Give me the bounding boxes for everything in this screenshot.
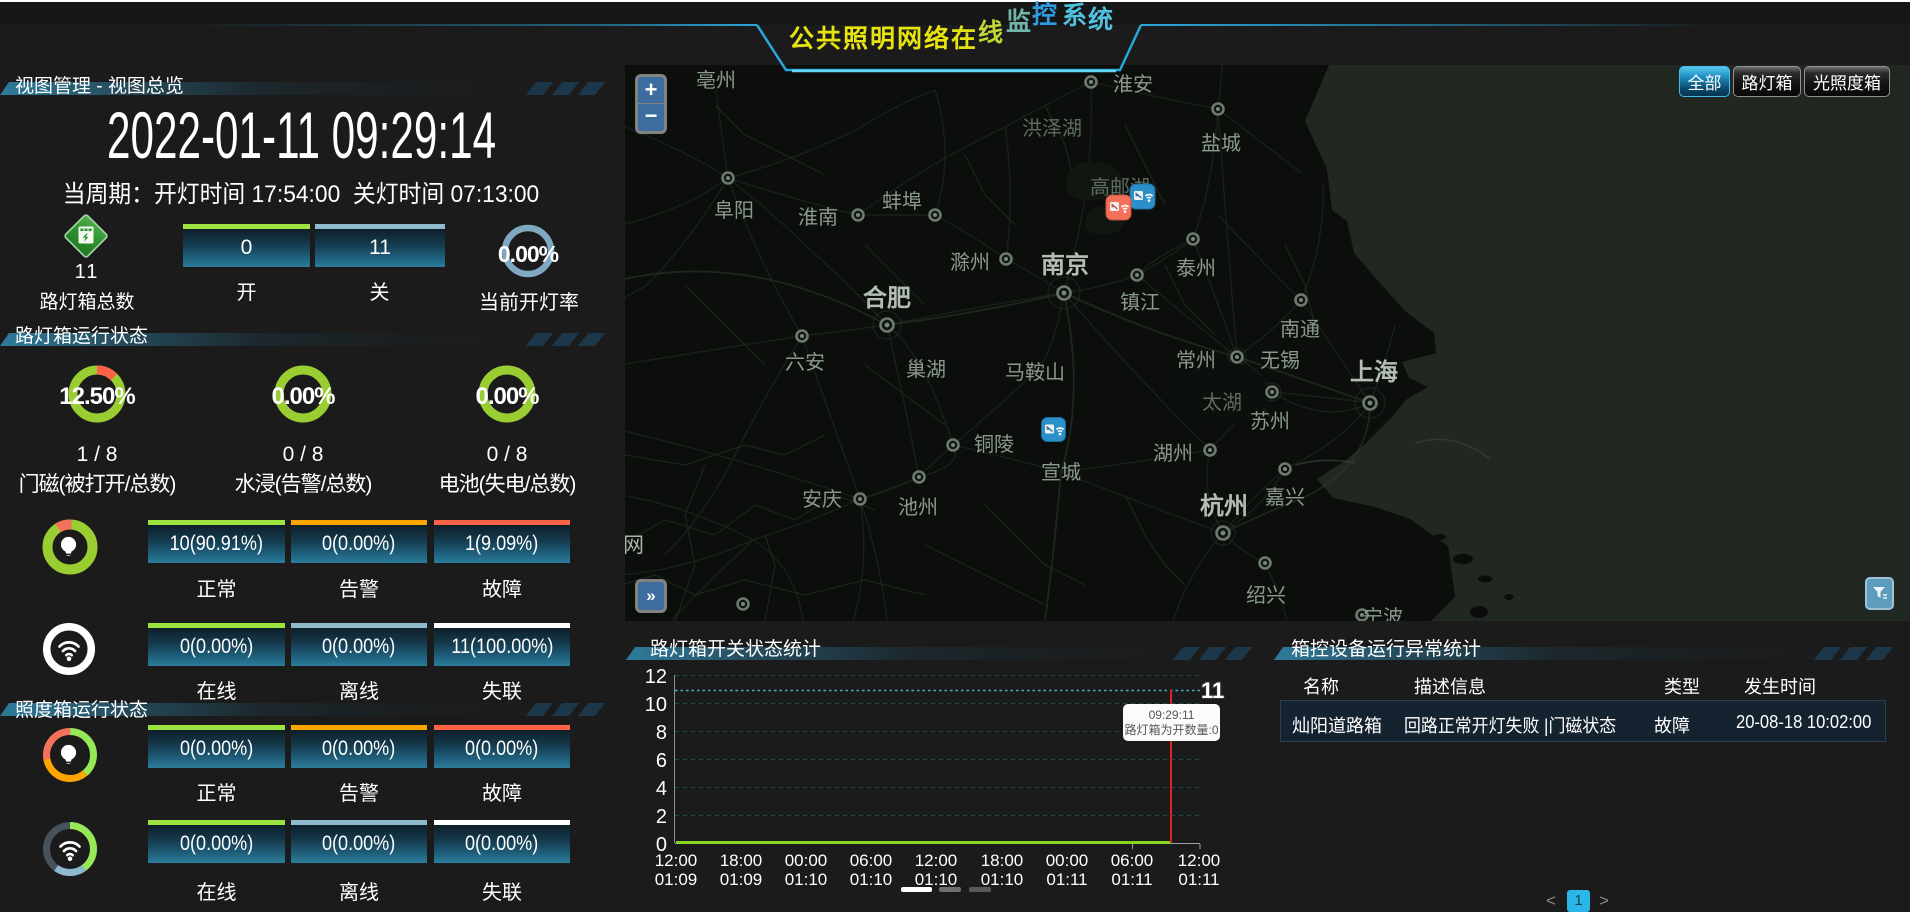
svg-text:蚌埠: 蚌埠 [882,190,922,213]
svg-text:安庆: 安庆 [802,488,842,511]
svg-text:南通: 南通 [1280,318,1320,341]
svg-text:池州: 池州 [898,496,938,519]
svg-text:洪泽湖: 洪泽湖 [1022,117,1082,140]
svg-text:常州: 常州 [1176,349,1216,372]
svg-text:镇江: 镇江 [1120,291,1160,314]
svg-text:马鞍山: 马鞍山 [1005,361,1065,384]
svg-text:太湖: 太湖 [1202,391,1242,414]
svg-text:合肥: 合肥 [863,284,911,312]
svg-text:阜阳: 阜阳 [714,199,754,222]
svg-text:南京: 南京 [1041,251,1089,279]
svg-text:盐城: 盐城 [1201,132,1241,155]
svg-text:上海: 上海 [1350,358,1398,386]
svg-text:网: 网 [625,534,644,557]
svg-text:巢湖: 巢湖 [906,358,946,381]
svg-text:宣城: 宣城 [1041,461,1081,484]
svg-text:宁波: 宁波 [1363,606,1403,621]
svg-text:泰州: 泰州 [1176,257,1216,280]
svg-text:铜陵: 铜陵 [974,433,1014,456]
svg-text:绍兴: 绍兴 [1246,584,1286,607]
svg-text:六安: 六安 [785,351,825,374]
svg-text:湖州: 湖州 [1153,442,1193,465]
svg-text:苏州: 苏州 [1250,410,1290,433]
svg-text:淮南: 淮南 [798,206,838,229]
svg-text:嘉兴: 嘉兴 [1265,486,1305,509]
svg-text:无锡: 无锡 [1260,349,1300,372]
svg-text:杭州: 杭州 [1200,492,1248,520]
svg-text:滁州: 滁州 [950,251,990,274]
